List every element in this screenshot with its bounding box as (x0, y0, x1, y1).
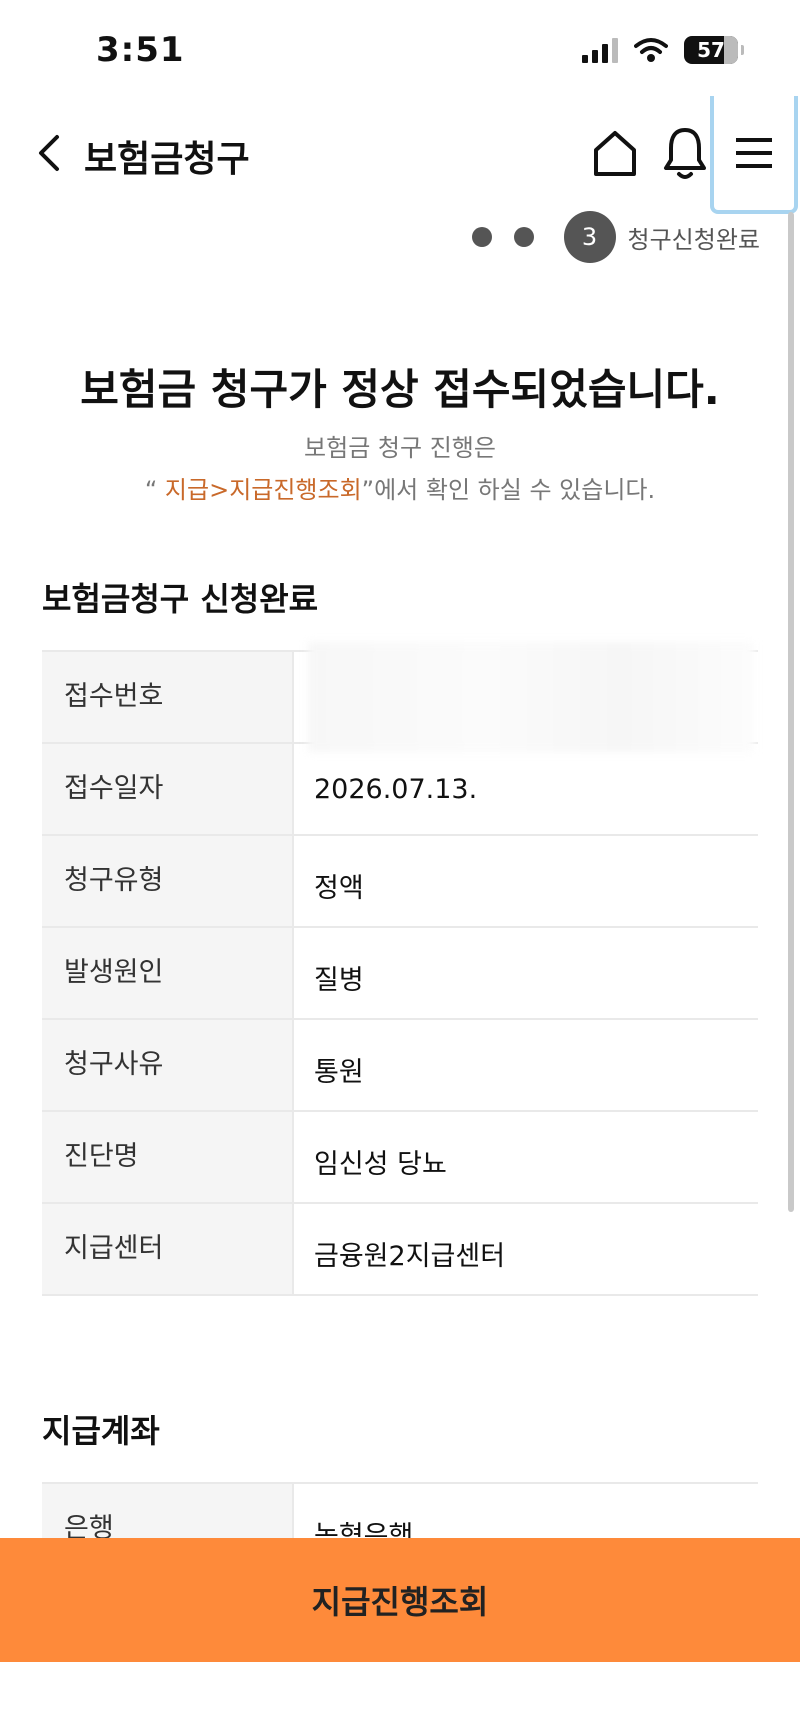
home-icon (594, 131, 636, 176)
completion-headline: 보험금 청구가 정상 접수되었습니다. (80, 365, 720, 414)
row-value: 질병 (314, 965, 364, 996)
payment-status-button[interactable]: 지급진행조회 (0, 1538, 800, 1662)
blurred-receipt-number (308, 642, 754, 752)
table-row: 지급센터 금융원2지급센터 (42, 1204, 758, 1296)
wifi-icon (634, 38, 668, 62)
table-row: 접수일자 2026.07.13. (42, 744, 758, 836)
table-row: 청구유형 정액 (42, 836, 758, 928)
row-label: 접수일자 (42, 744, 294, 834)
step-indicator: 3 청구신청완료 (471, 210, 760, 264)
table-row: 진단명 임신성 당뇨 (42, 1112, 758, 1204)
home-button[interactable] (590, 126, 640, 182)
table-row: 발생원인 질병 (42, 928, 758, 1020)
row-value-receipt-number (294, 642, 758, 752)
table-row: 청구사유 통원 (42, 1020, 758, 1112)
battery-tip (741, 45, 744, 55)
step-dot-1 (471, 227, 492, 247)
row-label: 발생원인 (42, 928, 294, 1018)
menu-button[interactable] (710, 96, 798, 214)
step-current-number: 3 (563, 211, 616, 263)
row-label: 청구사유 (42, 1020, 294, 1110)
payment-status-link[interactable]: 지급>지급진행조회 (165, 476, 362, 504)
row-value: 임신성 당뇨 (314, 1149, 447, 1180)
row-label: 지급센터 (42, 1204, 294, 1294)
section-title-payment-account: 지급계좌 (42, 1412, 160, 1450)
notification-button[interactable] (660, 124, 710, 184)
completion-subline-2: “ 지급>지급진행조회”에서 확인 하실 수 있습니다. (0, 470, 800, 505)
status-time: 3:51 (96, 30, 185, 70)
row-value: 통원 (314, 1057, 364, 1088)
row-value: 정액 (314, 873, 364, 904)
back-chevron-icon (39, 135, 59, 171)
quote-close: ”에서 확인 하실 수 있습니다. (361, 476, 656, 504)
claim-info-table: 접수번호 접수일자 2026.07.13. 청구유형 정액 발생원인 질병 청구… (42, 642, 758, 1296)
back-button[interactable] (28, 128, 68, 178)
row-label: 청구유형 (42, 836, 294, 926)
row-label: 접수번호 (42, 652, 294, 742)
status-bar: 3:51 57 (0, 0, 800, 100)
step-dot-2 (513, 227, 534, 247)
section-title-claim-complete: 보험금청구 신청완료 (42, 580, 319, 618)
bell-icon (664, 128, 706, 179)
row-label: 진단명 (42, 1112, 294, 1202)
quote-open: “ (144, 476, 165, 504)
battery-icon: 57 (684, 36, 738, 64)
menu-icon (736, 138, 772, 168)
row-value: 금융원2지급센터 (314, 1241, 506, 1272)
table-row: 접수번호 (42, 642, 758, 752)
signal-icon (582, 37, 618, 63)
row-value: 2026.07.13. (314, 774, 478, 805)
page-title: 보험금청구 (84, 139, 250, 180)
step-current-label: 청구신청완료 (627, 225, 760, 254)
completion-subline-1: 보험금 청구 진행은 (304, 434, 496, 462)
status-icons: 57 (582, 36, 744, 64)
battery-level: 57 (697, 38, 725, 62)
app-header: 보험금청구 (0, 96, 800, 214)
